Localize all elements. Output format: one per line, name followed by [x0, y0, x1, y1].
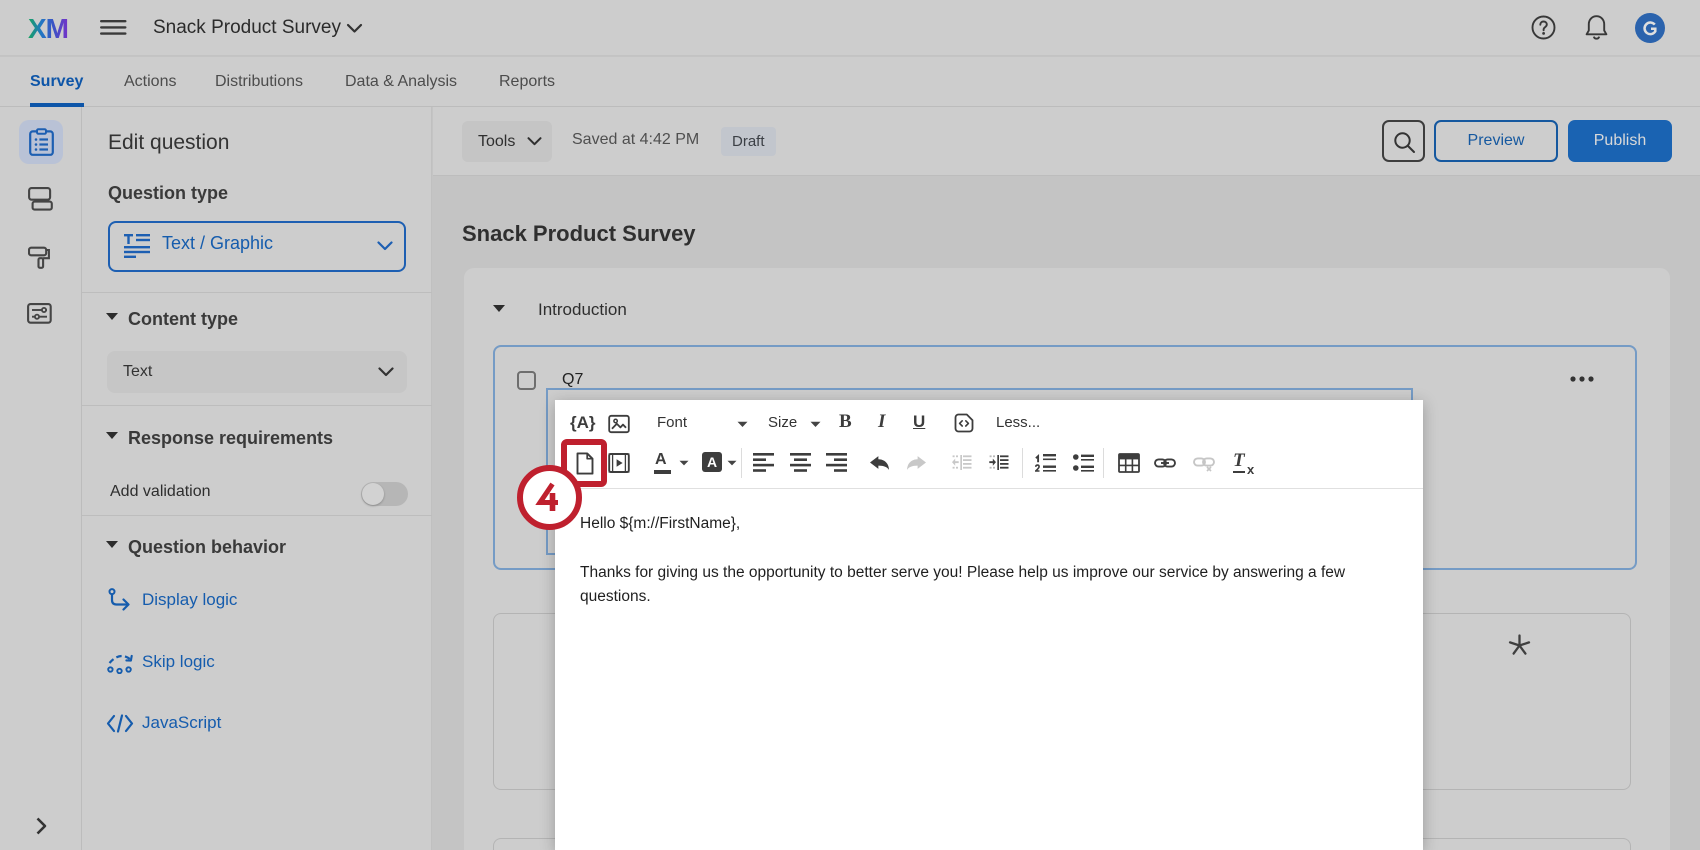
svg-text:XM: XM — [28, 13, 68, 44]
